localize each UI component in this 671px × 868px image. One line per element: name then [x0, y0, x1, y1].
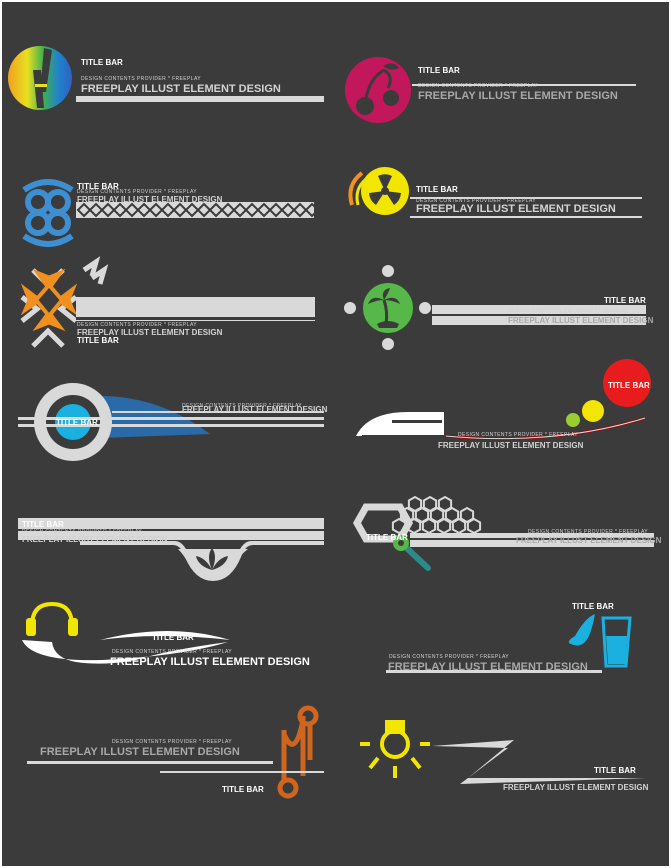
- tile6-sub: DESIGN CONTENTS PROVIDER * FREEPLAY: [508, 308, 629, 314]
- tile11-sub: DESIGN CONTENTS PROVIDER * FREEPLAY: [112, 649, 233, 655]
- tile11-title: TITLE BAR: [152, 633, 194, 642]
- tile1-main: FREEPLAY ILLUST ELEMENT DESIGN: [81, 83, 281, 95]
- tile1-sub: DESIGN CONTENTS PROVIDER * FREEPLAY: [81, 76, 202, 82]
- tile9-title: TITLE BAR: [22, 520, 64, 529]
- tile7-main: FREEPLAY ILLUST ELEMENT DESIGN: [182, 405, 328, 414]
- tile5-title: TITLE BAR: [77, 336, 119, 345]
- tile10-main: FREEPLAY ILLUST ELEMENT DESIGN: [516, 536, 662, 545]
- tile9-main: FREEPLAY ILLUST ELEMENT DESIGN: [22, 535, 168, 544]
- guitar-icon: [8, 46, 72, 110]
- tile13-main: FREEPLAY ILLUST ELEMENT DESIGN: [40, 746, 240, 758]
- tile7-title: TITLE BAR: [56, 418, 98, 427]
- tile13-title: TITLE BAR: [222, 785, 264, 794]
- tile14-title: TITLE BAR: [594, 766, 636, 775]
- cherry-icon: [345, 57, 411, 123]
- tile6-main: FREEPLAY ILLUST ELEMENT DESIGN: [508, 316, 654, 325]
- tile2-title: TITLE BAR: [418, 66, 460, 75]
- tile4-title: TITLE BAR: [416, 185, 458, 194]
- tile2-sub: DESIGN CONTENTS PROVIDER * FREEPLAY: [418, 83, 539, 89]
- tile1-title: TITLE BAR: [81, 58, 123, 67]
- tile8-title: TITLE BAR: [608, 381, 650, 390]
- tile8-main: FREEPLAY ILLUST ELEMENT DESIGN: [438, 441, 584, 450]
- tile10-title: TITLE BAR: [366, 533, 408, 542]
- tile12-main: FREEPLAY ILLUST ELEMENT DESIGN: [388, 661, 588, 673]
- tile11-main: FREEPLAY ILLUST ELEMENT DESIGN: [110, 656, 310, 668]
- tile3-main: FREEPLAY ILLUST ELEMENT DESIGN: [77, 195, 223, 204]
- tile14-main: FREEPLAY ILLUST ELEMENT DESIGN: [503, 783, 649, 792]
- tile13-sub: DESIGN CONTENTS PROVIDER * FREEPLAY: [112, 739, 233, 745]
- design-sheet: TITLE BAR DESIGN CONTENTS PROVIDER * FRE…: [0, 0, 671, 868]
- tile10-sub: DESIGN CONTENTS PROVIDER * FREEPLAY: [528, 529, 649, 535]
- tile12-title: TITLE BAR: [572, 602, 614, 611]
- tile6-title: TITLE BAR: [604, 296, 646, 305]
- tile12-sub: DESIGN CONTENTS PROVIDER * FREEPLAY: [389, 654, 510, 660]
- tile4-main: FREEPLAY ILLUST ELEMENT DESIGN: [416, 203, 616, 215]
- title-rule: [76, 96, 324, 102]
- pattern-strip: [76, 202, 314, 218]
- tile2-main: FREEPLAY ILLUST ELEMENT DESIGN: [418, 90, 618, 102]
- tile8-sub: DESIGN CONTENTS PROVIDER * FREEPLAY: [458, 432, 579, 438]
